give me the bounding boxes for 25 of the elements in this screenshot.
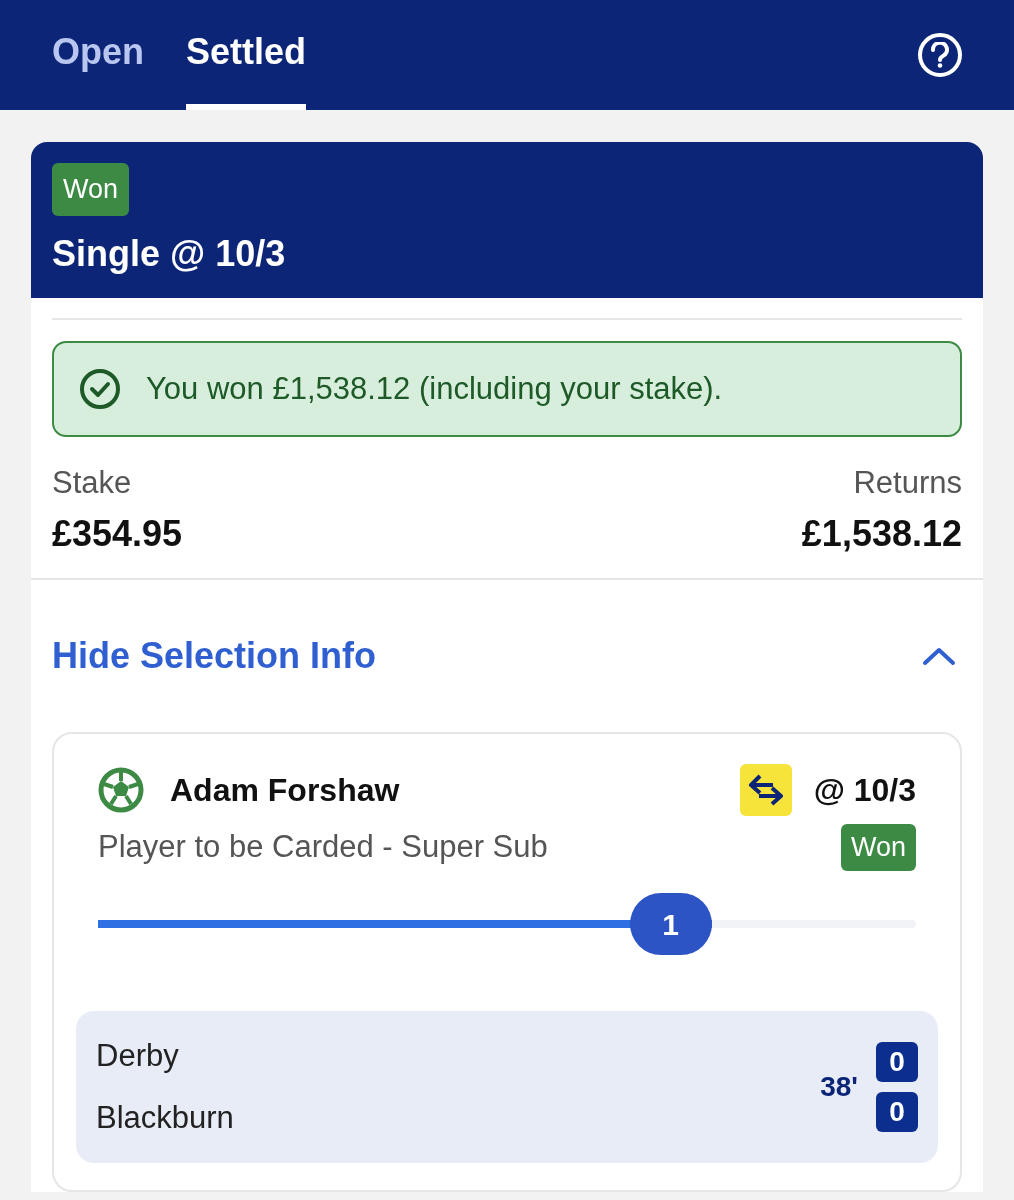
team-name: Blackburn	[96, 1099, 234, 1137]
match-time: 38'	[820, 1070, 858, 1104]
alert-text: You won £1,538.12 (including your stake).	[146, 369, 723, 408]
returns-value: £1,538.12	[801, 516, 962, 552]
chevron-icon	[922, 646, 956, 666]
help-icon[interactable]	[918, 33, 962, 77]
status-badge: Won	[52, 163, 130, 216]
football-icon	[98, 767, 144, 813]
progress-thumb: 1	[629, 893, 712, 955]
selection-name: Adam Forshaw	[170, 771, 400, 810]
selection-odds: @ 10/3	[813, 771, 916, 810]
stake-value: £354.95	[52, 516, 183, 552]
returns-label: Returns	[853, 467, 962, 498]
selection-info-toggle[interactable]: Hide Selection Info	[31, 580, 983, 732]
team-score: 0	[876, 1092, 918, 1132]
team-name: Derby	[96, 1037, 180, 1075]
swap-arrows-icon	[739, 764, 792, 816]
bet-title: Single @ 10/3	[52, 236, 287, 272]
check-circle-icon	[78, 367, 122, 411]
tab[interactable]: Settled	[186, 0, 307, 110]
tab[interactable]: Open	[52, 0, 144, 110]
team-score: 0	[876, 1042, 918, 1082]
market-name: Player to be Carded - Super Sub	[98, 828, 548, 867]
stake-label: Stake	[52, 467, 133, 498]
status-badge: Won	[840, 824, 916, 871]
